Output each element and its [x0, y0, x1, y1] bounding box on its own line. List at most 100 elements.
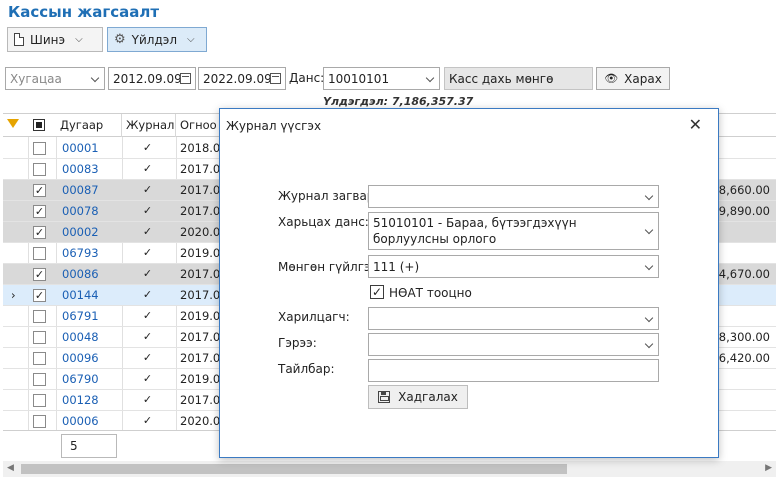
row-number-link[interactable]: 00086: [58, 264, 99, 285]
row-number-link[interactable]: 00144: [58, 285, 99, 306]
row-select-checkbox[interactable]: ✓: [33, 226, 46, 239]
row-select-checkbox[interactable]: [33, 394, 46, 407]
row-select-checkbox[interactable]: ✓: [33, 289, 46, 302]
row-date: 2017.07: [180, 393, 224, 407]
row-number-link[interactable]: 06790: [58, 369, 99, 390]
cash-flow-value: 111 (+): [373, 259, 420, 274]
close-icon[interactable]: ✕: [689, 115, 702, 134]
row-number-link[interactable]: 06793: [58, 243, 99, 264]
scrollbar-thumb[interactable]: [21, 464, 567, 474]
row-date: 2017.06: [180, 162, 224, 176]
period-select[interactable]: Хугацаа: [5, 67, 105, 90]
current-row-indicator-icon: ›: [11, 288, 16, 302]
journal-check-icon: ✓: [142, 246, 153, 259]
view-button[interactable]: 👁 Харах: [596, 67, 670, 90]
select-all-checkbox[interactable]: [33, 119, 45, 131]
period-placeholder: Хугацаа: [10, 71, 62, 86]
row-select-checkbox[interactable]: [33, 247, 46, 260]
row-date: 2017.06: [180, 267, 224, 281]
row-date: 2019.01: [180, 246, 224, 260]
account-value: 10010101: [328, 71, 390, 86]
gears-icon: ⚙: [114, 32, 126, 47]
column-number[interactable]: Дугаар: [56, 114, 122, 137]
filter-icon[interactable]: [7, 119, 19, 128]
date-to-value: 2022.09.09: [203, 71, 270, 86]
row-select-checkbox[interactable]: [33, 310, 46, 323]
account-name: Касс дахь мөнгө: [449, 71, 554, 86]
new-button[interactable]: Шинэ ⌵: [7, 27, 103, 52]
row-select-checkbox[interactable]: [33, 352, 46, 365]
row-number-link[interactable]: 00096: [58, 348, 99, 369]
column-journal[interactable]: Журнал: [122, 114, 176, 137]
journal-check-icon: ✓: [142, 309, 153, 322]
cash-flow-select[interactable]: 111 (+): [368, 255, 659, 278]
chevron-down-icon: [90, 74, 100, 84]
row-amount: 14,670.00: [711, 267, 770, 281]
row-number-link[interactable]: 00087: [58, 180, 99, 201]
counter-account-label: Харьцах данс:: [278, 215, 369, 229]
template-select[interactable]: [368, 185, 659, 208]
balance-text: Үлдэгдэл: 7,186,357.37: [323, 95, 474, 108]
row-amount: 58,300.00: [711, 330, 770, 344]
chevron-down-icon: ⌵: [187, 34, 195, 45]
counter-account-select[interactable]: 51010101 - Бараа, бүтээгдэхүүн борлуулсн…: [368, 212, 659, 250]
scroll-right-icon[interactable]: ▶: [765, 463, 772, 473]
note-input[interactable]: [368, 359, 659, 382]
row-select-checkbox[interactable]: [33, 163, 46, 176]
counter-account-value: 51010101 - Бараа, бүтээгдэхүүн борлуулсн…: [373, 216, 577, 246]
account-label: Данс:: [289, 71, 325, 85]
row-select-checkbox[interactable]: [33, 415, 46, 428]
chevron-down-icon: [425, 74, 435, 84]
row-number-link[interactable]: 00006: [58, 411, 99, 432]
account-name-field: Касс дахь мөнгө: [444, 67, 593, 90]
row-number-link[interactable]: 06791: [58, 306, 99, 327]
contract-select[interactable]: [368, 333, 659, 356]
page-field[interactable]: 5: [61, 434, 117, 458]
row-select-checkbox[interactable]: ✓: [33, 205, 46, 218]
row-date: 2017.06: [180, 288, 224, 302]
row-select-checkbox[interactable]: [33, 373, 46, 386]
date-from-value: 2012.09.09: [113, 71, 180, 86]
row-number-link[interactable]: 00002: [58, 222, 99, 243]
account-select[interactable]: 10010101: [323, 67, 440, 90]
row-select-checkbox[interactable]: ✓: [33, 184, 46, 197]
chevron-down-icon: [644, 192, 654, 202]
row-date: 2018.08: [180, 141, 224, 155]
row-number-link[interactable]: 00078: [58, 201, 99, 222]
journal-check-icon: ✓: [142, 183, 153, 196]
chevron-down-icon: [644, 226, 654, 236]
row-number-link[interactable]: 00001: [58, 138, 99, 159]
save-button[interactable]: Хадгалах: [368, 385, 468, 409]
template-label: Журнал загвар:: [278, 189, 379, 203]
customer-select[interactable]: [368, 307, 659, 330]
row-number-link[interactable]: 00048: [58, 327, 99, 348]
row-select-checkbox[interactable]: [33, 142, 46, 155]
row-date: 2017.05: [180, 330, 224, 344]
row-date: 2019.01: [180, 372, 224, 386]
new-button-label: Шинэ: [30, 32, 66, 47]
scroll-left-icon[interactable]: ◀: [7, 463, 14, 473]
date-to-field[interactable]: 2022.09.09: [198, 67, 286, 90]
row-select-checkbox[interactable]: [33, 331, 46, 344]
row-number-link[interactable]: 00128: [58, 390, 99, 411]
row-date: 2020.05: [180, 414, 224, 428]
journal-check-icon: ✓: [142, 141, 153, 154]
journal-check-icon: ✓: [142, 162, 153, 175]
vat-checkbox[interactable]: ✓: [370, 285, 384, 299]
date-from-field[interactable]: 2012.09.09: [108, 67, 196, 90]
row-date: 2017.06: [180, 183, 224, 197]
journal-check-icon: ✓: [142, 288, 153, 301]
row-select-checkbox[interactable]: ✓: [33, 268, 46, 281]
horizontal-scrollbar[interactable]: ◀ ▶: [3, 461, 776, 477]
row-date: 2017.06: [180, 204, 224, 218]
calendar-icon[interactable]: [270, 73, 281, 84]
vat-label: НӨАТ тооцно: [389, 286, 472, 300]
journal-check-icon: ✓: [142, 372, 153, 385]
row-number-link[interactable]: 00083: [58, 159, 99, 180]
chevron-down-icon: [644, 314, 654, 324]
actions-button[interactable]: ⚙ Үйлдэл ⌵: [107, 27, 207, 52]
floppy-disk-icon: [378, 391, 391, 403]
journal-check-icon: ✓: [142, 204, 153, 217]
journal-check-icon: ✓: [142, 225, 153, 238]
calendar-icon[interactable]: [180, 73, 191, 84]
